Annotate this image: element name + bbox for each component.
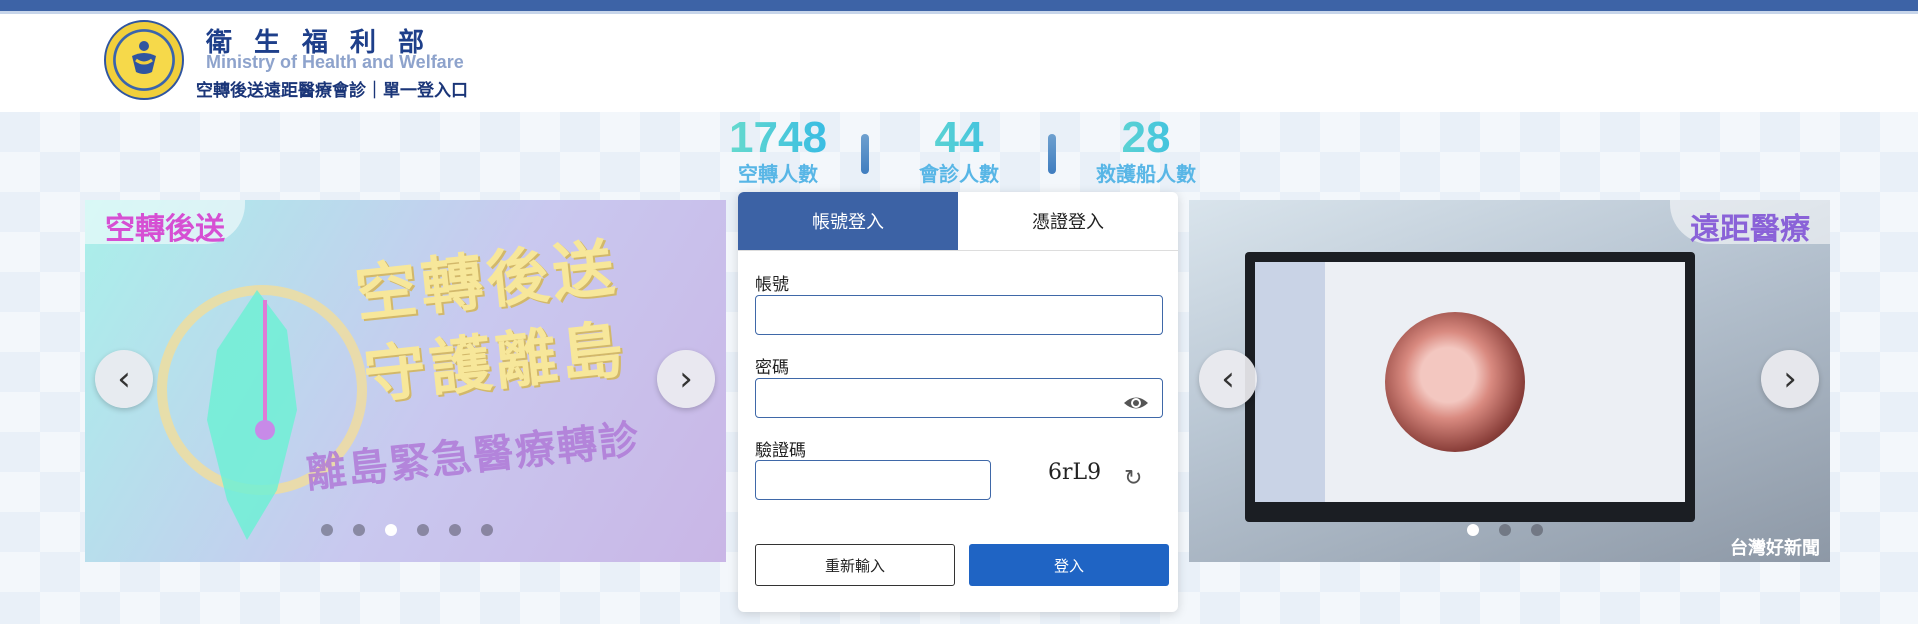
- login-button[interactable]: 登入: [969, 544, 1169, 586]
- stats-bar: 1748 空轉人數 44 會診人數 28 救護船人數: [0, 112, 1918, 192]
- air-transfer-carousel: 空轉後送 空轉後送 守護離島 離島緊急醫療轉診 ‹ ›: [85, 200, 726, 562]
- telemedicine-carousel: 遠距醫療 ‹ › 台灣好新聞: [1189, 200, 1830, 562]
- account-input[interactable]: [755, 295, 1163, 335]
- stat-transfer: 1748 空轉人數: [708, 114, 848, 187]
- ministry-emblem-icon: [132, 41, 156, 74]
- tab-account-login[interactable]: 帳號登入: [738, 192, 958, 251]
- carousel-prev-button[interactable]: ‹: [1199, 350, 1257, 408]
- account-label: 帳號: [755, 275, 789, 295]
- carousel-prev-button[interactable]: ‹: [95, 350, 153, 408]
- poster-title: 空轉後送 守護離島: [351, 227, 631, 418]
- top-stripe: [0, 0, 1918, 11]
- stat-value: 28: [1076, 114, 1216, 162]
- carousel-tab-label: 空轉後送: [85, 200, 245, 247]
- stat-label: 空轉人數: [738, 162, 818, 186]
- carousel-indicators: [1467, 524, 1543, 536]
- captcha-input[interactable]: [755, 460, 991, 500]
- carousel-dot[interactable]: [417, 524, 429, 536]
- reset-button[interactable]: 重新輸入: [755, 544, 955, 586]
- stat-divider: [1048, 134, 1056, 174]
- carousel-indicators: [321, 524, 493, 536]
- carousel-dot[interactable]: [449, 524, 461, 536]
- stat-divider: [861, 134, 869, 174]
- screen-sidebar: [1255, 262, 1325, 502]
- eye-icon[interactable]: [1122, 392, 1150, 414]
- stat-consult: 44 會診人數: [889, 114, 1029, 187]
- captcha-label: 驗證碼: [755, 441, 806, 461]
- chevron-left-icon: ‹: [117, 359, 131, 399]
- carousel-tab-label: 遠距醫療: [1670, 200, 1830, 247]
- carousel-dot[interactable]: [1467, 524, 1479, 536]
- site-header: 衛生福利部 Ministry of Health and Welfare 空轉後…: [0, 14, 1918, 112]
- login-tabs: 帳號登入 憑證登入: [738, 192, 1178, 251]
- login-panel: 帳號登入 憑證登入 帳號 密碼 驗證碼 6rL9 ↻ 重新輸入 登入: [738, 192, 1178, 612]
- carousel-next-button[interactable]: ›: [1761, 350, 1819, 408]
- stat-value: 1748: [708, 114, 848, 162]
- portal-subtitle: 空轉後送遠距醫療會診｜單一登入口: [196, 81, 468, 101]
- carousel-next-button[interactable]: ›: [657, 350, 715, 408]
- chevron-right-icon: ›: [1783, 359, 1797, 399]
- carousel-dot[interactable]: [481, 524, 493, 536]
- stat-value: 44: [889, 114, 1029, 162]
- chevron-right-icon: ›: [679, 359, 693, 399]
- monitor-photo: [1245, 252, 1695, 522]
- taiwan-map-illustration: [157, 285, 367, 540]
- password-label: 密碼: [755, 358, 789, 378]
- tab-certificate-login[interactable]: 憑證登入: [958, 192, 1178, 251]
- captcha-text: 6rL9: [1048, 460, 1102, 485]
- carousel-dot[interactable]: [321, 524, 333, 536]
- photo-credit: 台灣好新聞: [1730, 538, 1820, 559]
- endoscope-view: [1385, 312, 1525, 452]
- carousel-dot[interactable]: [385, 524, 397, 536]
- ministry-logo[interactable]: [104, 20, 184, 100]
- stat-rescue-boat: 28 救護船人數: [1076, 114, 1216, 187]
- chevron-left-icon: ‹: [1221, 359, 1235, 399]
- org-name-en: Ministry of Health and Welfare: [206, 52, 464, 72]
- carousel-dot[interactable]: [353, 524, 365, 536]
- password-input[interactable]: [755, 378, 1163, 418]
- stat-label: 救護船人數: [1096, 162, 1196, 186]
- monitor-screen: [1255, 262, 1685, 502]
- captcha-image: 6rL9: [1048, 460, 1122, 496]
- refresh-icon[interactable]: ↻: [1124, 466, 1142, 491]
- carousel-dot[interactable]: [1531, 524, 1543, 536]
- carousel-dot[interactable]: [1499, 524, 1511, 536]
- stat-label: 會診人數: [919, 162, 999, 186]
